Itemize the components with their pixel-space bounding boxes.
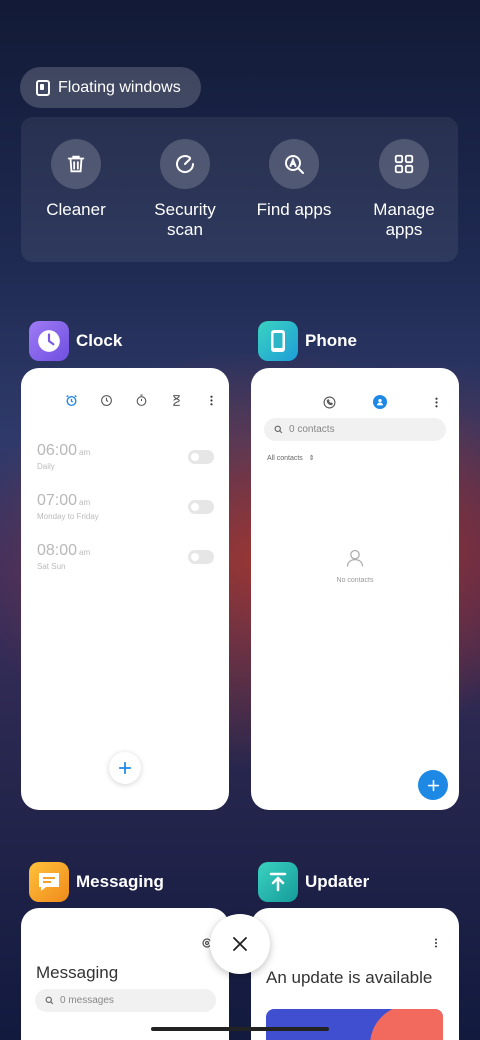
cleaner-button[interactable]: Cleaner — [26, 139, 126, 220]
phone-app-name: Phone — [305, 331, 357, 350]
messaging-app-name: Messaging — [76, 872, 164, 891]
messages-search-placeholder: 0 messages — [60, 995, 114, 1006]
alarm-toggle[interactable] — [188, 450, 214, 464]
clock-app-card[interactable]: 06:00 am Daily 07:00 am Monday to Friday 0… — [21, 368, 229, 810]
home-indicator[interactable] — [151, 1027, 329, 1031]
update-banner-image — [266, 1009, 443, 1040]
clear-all-button[interactable] — [210, 914, 270, 974]
alarm-toggle[interactable] — [188, 550, 214, 564]
more-options-icon[interactable] — [430, 937, 442, 949]
find-apps-icon — [269, 139, 319, 189]
alarm-item[interactable]: 08:00 am Sat Sun — [37, 542, 90, 571]
empty-contacts-label: No contacts — [336, 577, 374, 584]
more-options-icon[interactable] — [205, 394, 218, 407]
plus-icon — [427, 779, 439, 791]
security-scan-button[interactable]: Security scan — [135, 139, 235, 240]
updater-app-header[interactable]: Updater — [258, 862, 369, 902]
messaging-app-card[interactable]: Messaging 0 messages — [21, 908, 229, 1040]
quick-tools-panel: Cleaner Security scan Find apps Manage a… — [21, 117, 458, 262]
plus-icon — [118, 761, 132, 775]
empty-contacts-state: No contacts — [251, 548, 459, 584]
timer-tab-icon[interactable] — [170, 394, 183, 407]
updater-title: An update is available — [266, 968, 433, 987]
manage-apps-label: Manage apps — [373, 200, 435, 239]
contacts-filter-dropdown[interactable]: All contacts ⇕ — [267, 454, 315, 462]
add-alarm-button[interactable] — [109, 752, 141, 784]
alarm-tab-icon[interactable] — [65, 394, 78, 407]
floating-window-icon — [36, 79, 50, 96]
find-apps-button[interactable]: Find apps — [244, 139, 344, 220]
more-options-icon[interactable] — [430, 396, 443, 409]
call-log-tab-icon[interactable] — [323, 396, 336, 409]
clock-app-header[interactable]: Clock — [29, 321, 122, 361]
phone-app-card[interactable]: 0 contacts All contacts ⇕ No contacts — [251, 368, 459, 810]
stopwatch-tab-icon[interactable] — [135, 394, 148, 407]
alarm-time: 08:00 — [37, 542, 78, 559]
clock-app-name: Clock — [76, 331, 123, 350]
clock-app-icon — [29, 321, 69, 361]
updater-app-card[interactable]: An update is available — [251, 908, 459, 1040]
world-clock-tab-icon[interactable] — [100, 394, 113, 407]
clock-tab-bar — [65, 394, 218, 407]
trash-icon — [51, 139, 101, 189]
contacts-search-input[interactable]: 0 contacts — [264, 418, 446, 441]
person-icon — [346, 549, 364, 567]
alarm-toggle[interactable] — [188, 500, 214, 514]
contacts-search-placeholder: 0 contacts — [289, 424, 335, 435]
alarm-ampm: am — [79, 498, 91, 507]
floating-windows-button[interactable]: Floating windows — [20, 67, 201, 108]
alarm-time: 06:00 — [37, 442, 78, 459]
alarm-item[interactable]: 06:00 am Daily — [37, 442, 90, 471]
alarm-repeat: Sat Sun — [37, 562, 66, 571]
security-scan-label: Security scan — [154, 200, 216, 239]
manage-apps-button[interactable]: Manage apps — [354, 139, 454, 240]
alarm-ampm: am — [79, 448, 91, 457]
chevron-updown-icon: ⇕ — [308, 455, 315, 462]
close-icon — [233, 937, 247, 951]
grid-icon — [379, 139, 429, 189]
alarm-item[interactable]: 07:00 am Monday to Friday — [37, 492, 99, 521]
phone-app-icon — [258, 321, 298, 361]
alarm-repeat: Monday to Friday — [37, 512, 99, 521]
messaging-app-header[interactable]: Messaging — [29, 862, 164, 902]
messages-search-input[interactable]: 0 messages — [35, 989, 216, 1012]
floating-windows-label: Floating windows — [58, 78, 181, 96]
cleaner-label: Cleaner — [46, 200, 106, 219]
messaging-app-icon — [29, 862, 69, 902]
messaging-title: Messaging — [36, 963, 119, 982]
security-scan-icon — [160, 139, 210, 189]
contacts-tab-icon[interactable] — [373, 395, 387, 409]
phone-app-header[interactable]: Phone — [258, 321, 357, 361]
alarm-repeat: Daily — [37, 462, 55, 471]
updater-app-icon — [258, 862, 298, 902]
find-apps-label: Find apps — [256, 200, 332, 219]
contacts-filter-label: All contacts — [267, 455, 303, 462]
updater-app-name: Updater — [305, 872, 370, 891]
search-icon — [45, 996, 54, 1005]
alarm-ampm: am — [79, 548, 91, 557]
add-contact-button[interactable] — [418, 770, 448, 800]
search-icon — [274, 425, 283, 434]
alarm-time: 07:00 — [37, 492, 78, 509]
